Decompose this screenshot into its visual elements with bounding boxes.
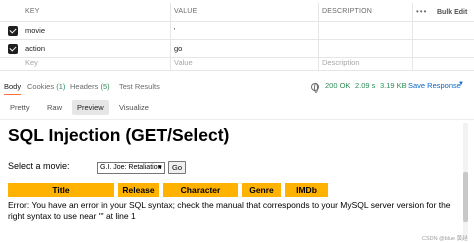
header-description: DESCRIPTION (319, 3, 413, 21)
page-title: SQL Injection (GET/Select) (8, 125, 230, 145)
header-check-cell (0, 3, 22, 21)
view-raw[interactable]: Raw (42, 100, 67, 115)
tab-label: Cookies (27, 82, 55, 91)
column-header-imdb: IMDb (285, 183, 328, 197)
movie-select[interactable]: G.I. Joe: Retaliation ▼ (97, 162, 165, 174)
tab-label: Test Results (119, 82, 160, 91)
response-size[interactable]: 3.19 KB (380, 81, 407, 90)
header-key: KEY (22, 3, 171, 21)
param-new-row: Key Value Description (0, 54, 474, 71)
more-options-icon[interactable]: ••• (416, 3, 427, 21)
watermark: CSDN @blue 黄越 (422, 236, 468, 242)
tab-body[interactable]: Body (4, 82, 22, 95)
tab-test-results[interactable]: Test Results (119, 82, 160, 91)
params-header-row: KEY VALUE DESCRIPTION ••• Bulk Edit (0, 3, 474, 22)
scrollbar-thumb[interactable] (463, 172, 468, 222)
bulk-edit-button[interactable]: Bulk Edit (437, 3, 467, 22)
column-header-release: Release (118, 183, 161, 197)
tab-cookies[interactable]: Cookies (1) (27, 82, 65, 91)
tab-label: Headers (70, 82, 99, 91)
tab-label: Body (4, 82, 22, 91)
new-value-input[interactable]: Value (171, 54, 319, 70)
divider (0, 119, 474, 120)
tab-count: (1) (56, 82, 66, 91)
view-visualize[interactable]: Visualize (114, 100, 154, 115)
response-time[interactable]: 2.09 s (355, 81, 375, 90)
column-header-genre: Genre (242, 183, 283, 197)
tab-count: (5) (100, 82, 110, 91)
view-pretty[interactable]: Pretty (5, 100, 35, 115)
param-value[interactable]: ' (171, 22, 319, 39)
param-row: movie ' (0, 22, 474, 40)
tab-headers[interactable]: Headers (5) (70, 82, 110, 91)
sql-error-message: Error: You have an error in your SQL syn… (8, 200, 451, 221)
param-checkbox-cell (0, 54, 22, 70)
go-button[interactable]: Go (168, 161, 186, 174)
param-checkbox-cell (0, 22, 22, 39)
view-preview[interactable]: Preview (72, 100, 109, 115)
params-table: KEY VALUE DESCRIPTION ••• Bulk Edit movi… (0, 0, 474, 71)
column-header-title: Title (8, 183, 116, 197)
new-key-input[interactable]: Key (22, 54, 171, 70)
globe-icon[interactable] (311, 83, 319, 93)
param-key[interactable]: movie (22, 22, 171, 39)
select-movie-label: Select a movie: (8, 161, 70, 171)
chevron-down-icon[interactable]: ▼ (458, 81, 464, 87)
column-header-character: Character (163, 183, 240, 197)
chevron-down-icon: ▼ (157, 165, 163, 171)
movie-select-value: G.I. Joe: Retaliation (100, 164, 162, 171)
save-response-button[interactable]: Save Response (408, 81, 461, 90)
checkbox-checked-icon[interactable] (8, 44, 18, 54)
header-value: VALUE (171, 3, 319, 21)
param-description[interactable] (319, 22, 413, 39)
new-description-input[interactable]: Description (319, 54, 413, 70)
checkbox-checked-icon[interactable] (8, 26, 18, 36)
status-code[interactable]: 200 OK (325, 81, 350, 90)
